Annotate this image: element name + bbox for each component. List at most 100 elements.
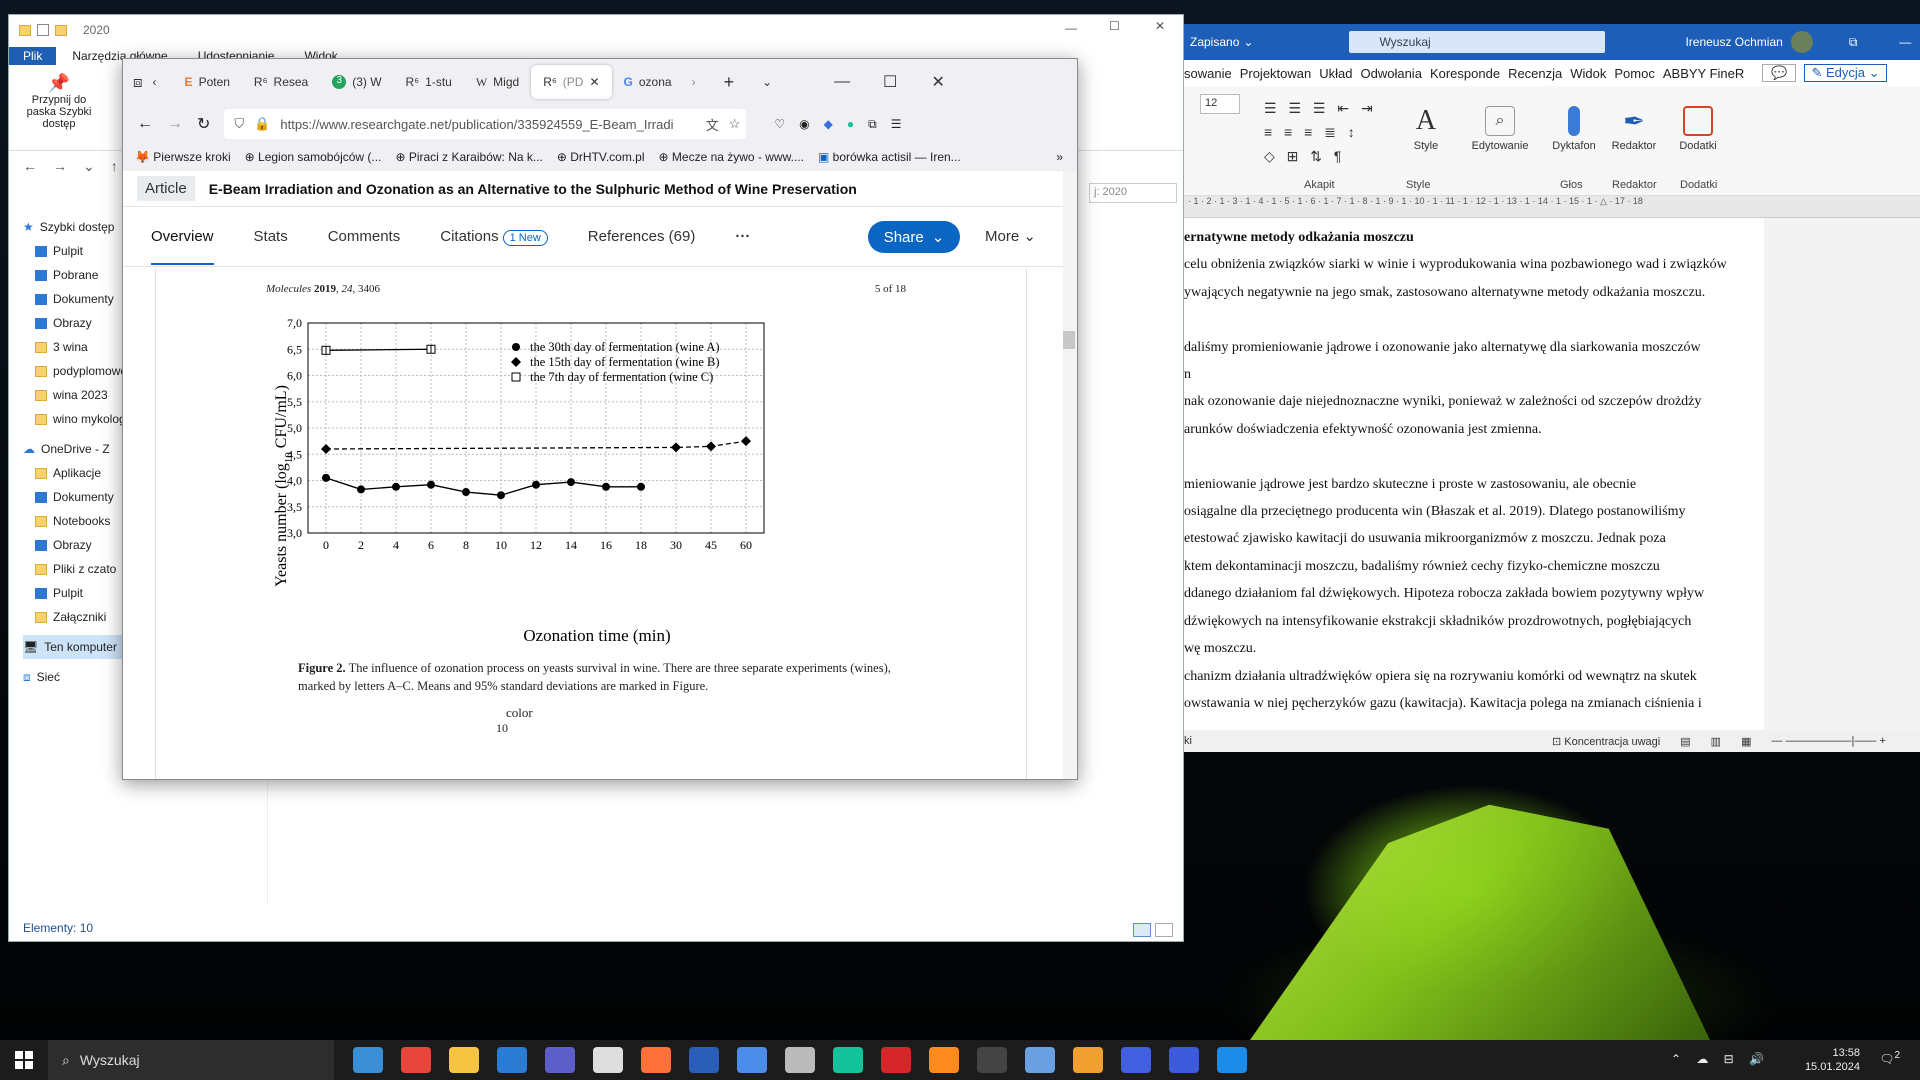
word-ruler[interactable]: · 1 · 2 · 1 · 3 · 1 · 4 · 1 · 5 · 1 · 6 … — [1184, 196, 1920, 218]
pin-button[interactable]: 📌 Przypnij do paska Szybki dostęp — [19, 73, 99, 130]
browser-tab[interactable]: W Migd — [464, 65, 531, 99]
url-bar[interactable]: ⛉ 🔒 https://www.researchgate.net/publica… — [224, 109, 747, 139]
app-mono-icon[interactable] — [977, 1047, 1007, 1073]
mail-icon[interactable] — [497, 1047, 527, 1073]
acrobat-icon[interactable] — [881, 1047, 911, 1073]
more-dots-icon[interactable]: ··· — [735, 228, 750, 245]
scholar-extension-icon[interactable]: ◆ — [824, 117, 833, 131]
account-icon[interactable]: ◉ — [799, 117, 809, 131]
word-user-name[interactable]: Ireneusz Ochmian — [1685, 35, 1782, 49]
bookmark-item[interactable]: 🦊 Pierwsze kroki — [135, 150, 231, 164]
tab-korespondencja[interactable]: Koresponde — [1430, 66, 1500, 81]
avatar[interactable] — [1790, 31, 1813, 53]
bookmarks-overflow-icon[interactable]: » — [1056, 150, 1063, 164]
shading-icons[interactable]: ◇ ⊞ ⇅ ¶ — [1264, 144, 1414, 168]
font-size-select[interactable]: 12 — [1200, 94, 1240, 114]
tab-plik[interactable]: Plik — [9, 47, 57, 65]
tab-comments[interactable]: Comments — [328, 228, 401, 245]
folder-icon[interactable] — [449, 1047, 479, 1073]
maximize-icon[interactable]: ☐ — [870, 72, 910, 92]
tab-scroll-left-icon[interactable]: ‹ — [153, 75, 157, 89]
chrome-icon[interactable] — [401, 1047, 431, 1073]
list-icons[interactable]: ☰ ☰ ☰ ⇤ ⇥ — [1264, 96, 1414, 120]
web-layout-icon[interactable]: ▦ — [1741, 735, 1751, 748]
style-button[interactable]: A Style — [1396, 106, 1456, 153]
share-button[interactable]: Share ⌄ — [868, 221, 960, 253]
pdf-viewer[interactable]: Molecules 2019, 24, 3406 5 of 18 3,0 3,5 4… — [155, 269, 1027, 779]
tab-citations[interactable]: Citations 1 New — [440, 228, 548, 246]
saved-status[interactable]: Zapisano — [1190, 35, 1239, 49]
bookmark-star-icon[interactable]: ☆ — [729, 116, 741, 132]
app-globe-icon[interactable] — [1121, 1047, 1151, 1073]
clock-time[interactable]: 13:58 — [1805, 1046, 1860, 1060]
maximize-icon[interactable]: ☐ — [1109, 19, 1120, 33]
tab-pomoc[interactable]: Pomoc — [1614, 66, 1654, 81]
list-tabs-icon[interactable]: ⌄ — [762, 75, 772, 89]
forward-arrow-icon[interactable]: → — [167, 115, 183, 133]
url-text[interactable]: https://www.researchgate.net/publication… — [280, 117, 673, 132]
editor-button[interactable]: ✒ Redaktor — [1604, 106, 1664, 152]
word-document[interactable]: ernatywne metody odkażania moszczu celu o… — [1184, 218, 1764, 730]
minimize-icon[interactable]: — — [1899, 35, 1911, 49]
tab-overview-icon[interactable]: ⧈ — [133, 74, 143, 91]
tab-abbyy[interactable]: ABBYY FineR — [1663, 66, 1744, 81]
close-icon[interactable]: ✕ — [918, 72, 958, 92]
editing-button[interactable]: ⌕ Edytowanie — [1464, 106, 1536, 152]
start-button[interactable] — [0, 1040, 48, 1080]
lock-icon[interactable]: 🔒 — [254, 116, 270, 132]
browser-tab[interactable]: R⁶ Resea — [242, 65, 320, 99]
tab-uklad[interactable]: Układ — [1319, 66, 1352, 81]
tab-references[interactable]: References (69) — [588, 228, 696, 245]
app-blue-icon[interactable] — [1217, 1047, 1247, 1073]
tab-projektowanie[interactable]: Projektowan — [1240, 66, 1312, 81]
explorer-search-input[interactable]: j: 2020 — [1089, 183, 1177, 203]
pocket-icon[interactable]: ♡ — [774, 117, 785, 131]
reload-icon[interactable]: ↻ — [197, 114, 210, 134]
browser-tab[interactable]: E Poten — [173, 65, 242, 99]
tiles-view-icon[interactable] — [1155, 923, 1173, 937]
addins-button[interactable]: Dodatki — [1668, 106, 1728, 152]
clock-date[interactable]: 15.01.2024 — [1805, 1060, 1860, 1074]
up-arrow-icon[interactable]: ↑ — [111, 158, 118, 174]
paint-icon[interactable] — [1073, 1047, 1103, 1073]
browser-tab-active[interactable]: R⁶ (PD ✕ — [531, 65, 612, 99]
browser-tab[interactable]: Gozona — [612, 65, 684, 99]
read-mode-icon[interactable]: ▤ — [1680, 735, 1690, 748]
browser-tab[interactable]: R⁶ 1-stu — [394, 65, 464, 99]
word-icon[interactable] — [689, 1047, 719, 1073]
edge-dev-icon[interactable] — [737, 1047, 767, 1073]
minimize-icon[interactable]: — — [1065, 21, 1077, 35]
word-search-input[interactable]: Wyszukaj — [1349, 31, 1606, 53]
tab-design-partial[interactable]: sowanie — [1184, 66, 1232, 81]
document-icon[interactable] — [593, 1047, 623, 1073]
scrollbar-thumb[interactable] — [1063, 331, 1075, 349]
save-disk-icon[interactable] — [1169, 1047, 1199, 1073]
chevron-down-icon[interactable]: ⌄ — [1243, 35, 1253, 49]
close-icon[interactable]: ✕ — [1155, 19, 1165, 33]
teams-icon[interactable] — [545, 1047, 575, 1073]
bookmark-item[interactable]: ▣ borówka actisil — Iren... — [818, 150, 961, 164]
chevron-down-icon[interactable]: ⌄ — [83, 158, 95, 175]
forward-arrow-icon[interactable]: → — [53, 158, 67, 174]
zoom-slider[interactable]: — ——————|—— + — [1771, 735, 1885, 747]
back-arrow-icon[interactable]: ← — [23, 158, 37, 174]
firefox-icon[interactable] — [641, 1047, 671, 1073]
more-button[interactable]: More ⌄ — [985, 227, 1036, 245]
edit-mode-button[interactable]: ✎ Edycja ⌄ — [1804, 64, 1887, 82]
ribbon-display-icon[interactable]: ⧉ — [1849, 35, 1858, 50]
app-orange-icon[interactable] — [929, 1047, 959, 1073]
tray-icons[interactable]: ⌃ ☁ ⊟ 🔊 — [1671, 1052, 1770, 1066]
app-icon[interactable] — [785, 1047, 815, 1073]
grammarly-app-icon[interactable] — [833, 1047, 863, 1073]
comments-icon[interactable]: 💬 — [1762, 64, 1797, 82]
back-arrow-icon[interactable]: ← — [137, 115, 153, 133]
word-window[interactable]: Zapisano ⌄ Wyszukaj Ireneusz Ochmian ⧉ —… — [1184, 24, 1920, 752]
file-explorer-widget-icon[interactable] — [353, 1047, 383, 1073]
taskbar-search[interactable]: ⌕ Wyszukaj — [48, 1040, 334, 1080]
tab-odwolania[interactable]: Odwołania — [1361, 66, 1422, 81]
tab-close-icon[interactable]: ✕ — [589, 75, 599, 89]
browser-tab[interactable]: 3 (3) W — [320, 65, 393, 99]
tab-overview[interactable]: Overview — [151, 208, 214, 265]
align-icons[interactable]: ≡ ≡ ≡ ≣ ↕ — [1264, 120, 1414, 144]
tab-scroll-right-icon[interactable]: › — [692, 75, 696, 89]
